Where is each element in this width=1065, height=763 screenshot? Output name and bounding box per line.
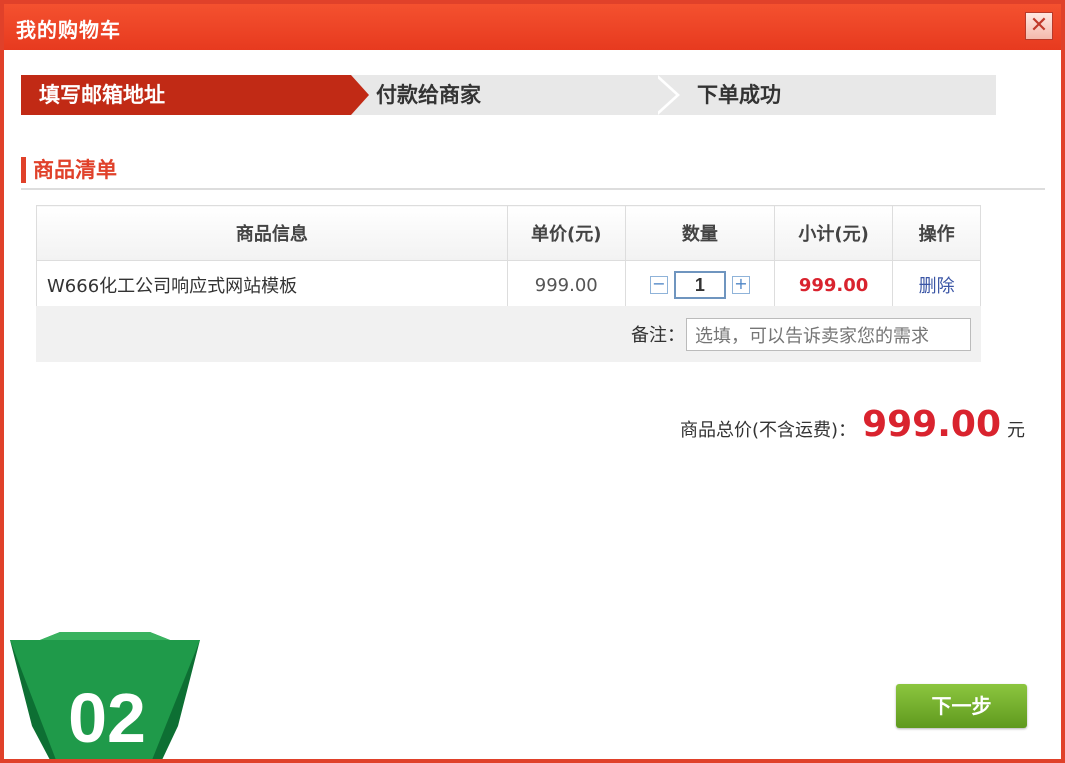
- step-pay-merchant: 付款给商家: [361, 75, 656, 115]
- step-number-badge: 02: [10, 632, 200, 759]
- next-step-button[interactable]: 下一步: [896, 684, 1027, 728]
- table-header-row: 商品信息 单价(元) 数量 小计(元) 操作: [36, 205, 981, 261]
- total-price: 商品总价(不含运费)： 999.00 元: [680, 404, 1025, 445]
- col-header-subtotal: 小计(元): [773, 205, 894, 261]
- step-separator: [654, 75, 676, 115]
- subtotal: 999.00: [773, 260, 894, 310]
- section-divider: [21, 188, 1045, 190]
- cart-dialog: 我的购物车 ✕ 填写邮箱地址 付款给商家 下单成功 商品清单 商品信息 单价(元…: [0, 0, 1065, 763]
- col-header-info: 商品信息: [36, 205, 508, 261]
- unit-price: 999.00: [506, 260, 626, 310]
- total-label: 商品总价(不含运费)：: [680, 420, 857, 441]
- quantity-stepper: − +: [649, 271, 750, 299]
- step-label: 填写邮箱地址: [39, 83, 165, 107]
- note-input[interactable]: [686, 318, 971, 351]
- minus-icon[interactable]: −: [649, 276, 668, 294]
- delete-link[interactable]: 删除: [892, 260, 981, 310]
- note-label: 备注：: [631, 325, 685, 346]
- total-unit: 元: [1007, 420, 1025, 441]
- col-header-price: 单价(元): [506, 205, 626, 261]
- dialog-title: 我的购物车: [16, 18, 121, 42]
- total-amount: 999.00: [862, 404, 1001, 445]
- step-label: 下单成功: [697, 83, 781, 107]
- note-row: 备注：: [36, 306, 981, 362]
- plus-icon[interactable]: +: [731, 276, 750, 294]
- col-header-action: 操作: [892, 205, 981, 261]
- badge-number: 02: [68, 679, 146, 757]
- step-label: 付款给商家: [376, 83, 481, 107]
- quantity-cell: − +: [624, 260, 775, 310]
- col-header-quantity: 数量: [624, 205, 775, 261]
- goods-table: 商品信息 单价(元) 数量 小计(元) 操作 W666化工公司响应式网站模板 9…: [36, 205, 981, 310]
- close-icon[interactable]: ✕: [1025, 12, 1053, 40]
- step-order-success: 下单成功: [681, 75, 996, 115]
- title-bar: 我的购物车 ✕: [4, 4, 1061, 50]
- section-title: 商品清单: [21, 157, 117, 183]
- step-fill-email: 填写邮箱地址: [21, 75, 369, 115]
- step-progress: 填写邮箱地址 付款给商家 下单成功: [21, 75, 996, 115]
- quantity-input[interactable]: [673, 271, 726, 299]
- table-row: W666化工公司响应式网站模板 999.00 − + 999.00 删除: [36, 260, 981, 310]
- product-name: W666化工公司响应式网站模板: [36, 260, 508, 310]
